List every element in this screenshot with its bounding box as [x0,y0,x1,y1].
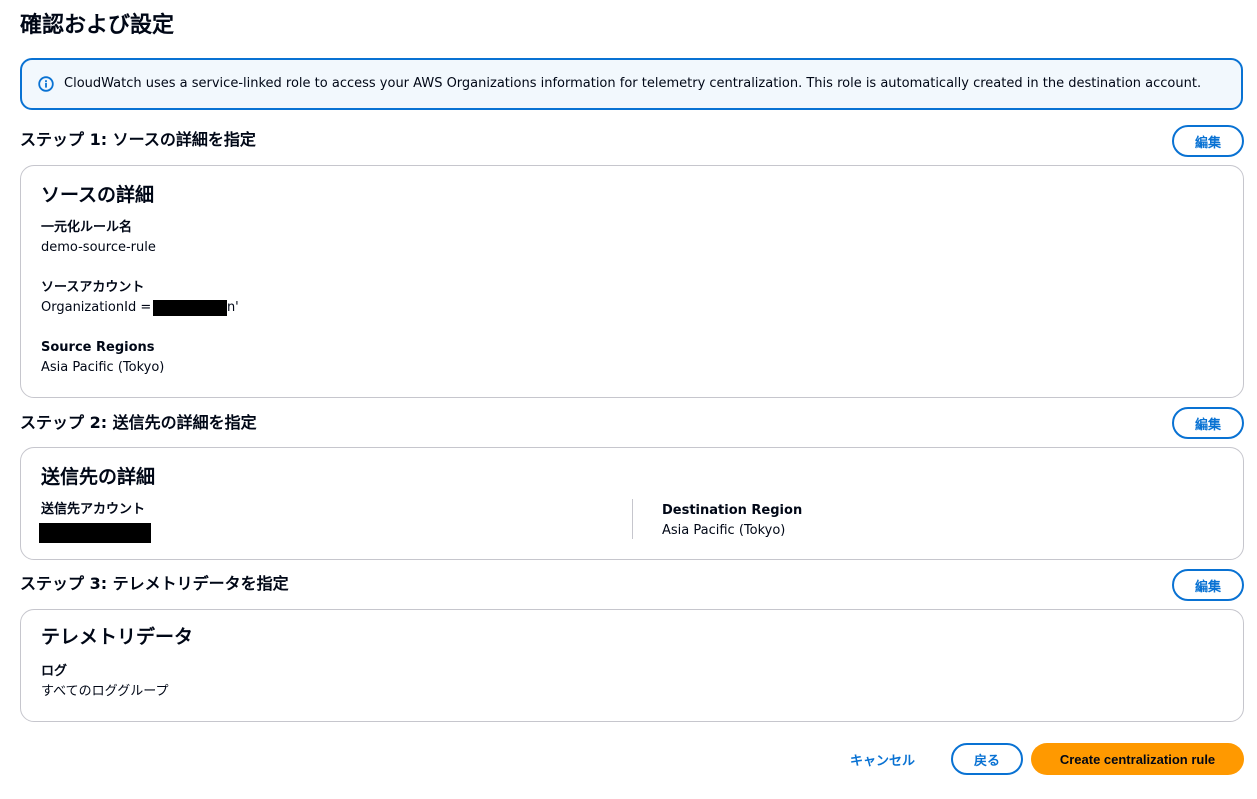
destination-details-title: 送信先の詳細 [41,466,156,488]
telemetry-data-title: テレメトリデータ [41,626,194,648]
source-regions-value: Asia Pacific (Tokyo) [41,360,165,375]
redacted-organization-id [152,299,227,316]
info-banner: CloudWatch uses a service-linked role to… [20,58,1243,110]
step1-edit-button[interactable]: 編集 [1172,125,1244,157]
back-button[interactable]: 戻る [951,743,1023,775]
redacted-destination-account [39,523,151,543]
create-centralization-rule-button[interactable]: Create centralization rule [1031,743,1244,775]
dest-account-label: 送信先アカウント [41,502,146,517]
step3-edit-button[interactable]: 編集 [1172,569,1244,601]
logs-label: ログ [41,664,68,679]
step2-edit-button[interactable]: 編集 [1172,407,1244,439]
source-account-label: ソースアカウント [41,280,145,295]
page-title: 確認および設定 [20,13,175,38]
source-account-suffix: n' [226,300,239,315]
source-details-title: ソースの詳細 [41,184,155,206]
telemetry-data-card: テレメトリデータ ログ すべてのロググループ [20,609,1244,722]
step1-heading: ステップ 1: ソースの詳細を指定 [20,130,256,149]
step2-heading: ステップ 2: 送信先の詳細を指定 [20,413,257,432]
dest-region-value: Asia Pacific (Tokyo) [662,523,786,538]
cancel-button[interactable]: キャンセル [840,744,925,774]
step3-heading: ステップ 3: テレメトリデータを指定 [20,574,289,593]
source-account-value: OrganizationId = ' n' [41,299,239,317]
rule-name-label: 一元化ルール名 [41,220,133,235]
source-regions-label: Source Regions [41,340,155,355]
dest-region-label: Destination Region [662,503,803,518]
source-details-card: ソースの詳細 一元化ルール名 demo-source-rule ソースアカウント… [20,165,1244,398]
source-account-prefix: OrganizationId = ' [41,300,159,315]
info-icon [38,76,54,92]
info-banner-text: CloudWatch uses a service-linked role to… [64,76,1202,91]
rule-name-value: demo-source-rule [41,240,156,255]
logs-value: すべてのロググループ [41,684,169,699]
column-divider [632,499,633,539]
destination-details-card: 送信先の詳細 送信先アカウント Destination Region Asia … [20,447,1244,560]
